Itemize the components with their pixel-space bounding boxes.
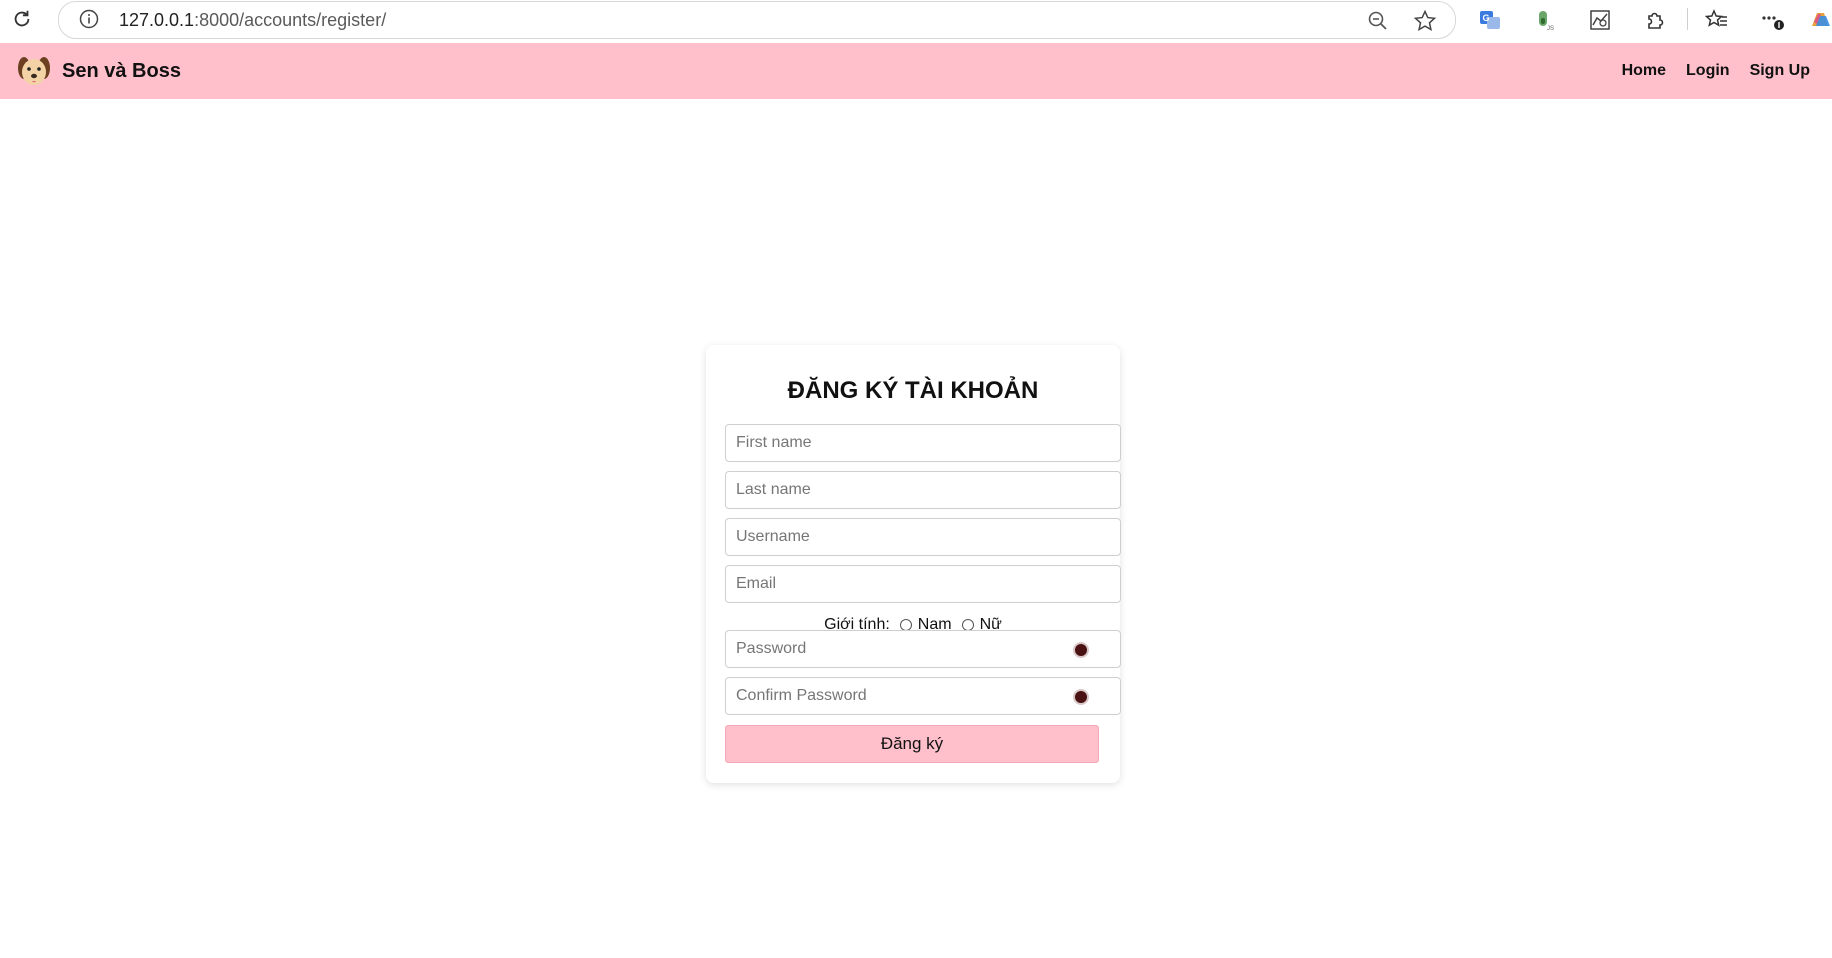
password-input[interactable] <box>725 630 1121 668</box>
page-title: ĐĂNG KÝ TÀI KHOẢN <box>787 377 1039 404</box>
nav-signup-link[interactable]: Sign Up <box>1750 62 1810 80</box>
toolbar-separator <box>1687 8 1688 30</box>
nav-home-link[interactable]: Home <box>1622 62 1666 80</box>
address-bar[interactable]: 127.0.0.1:8000/accounts/register/ <box>58 1 1456 39</box>
brand[interactable]: Sen và Boss <box>14 51 181 91</box>
zoom-out-icon[interactable] <box>1367 10 1389 32</box>
copilot-icon[interactable] <box>1808 5 1832 35</box>
reload-icon[interactable] <box>10 7 34 31</box>
site-navbar: Sen và Boss Home Login Sign Up <box>0 43 1832 99</box>
svg-text:JS: JS <box>1547 26 1554 32</box>
register-card: ĐĂNG KÝ TÀI KHOẢN Giới tính: Nam Nữ Đăng… <box>706 345 1121 783</box>
performance-extension-icon[interactable] <box>1585 5 1615 35</box>
js-extension-icon[interactable]: JS <box>1530 5 1560 35</box>
username-input[interactable] <box>725 518 1121 556</box>
email-input[interactable] <box>725 565 1121 603</box>
confirm-password-input[interactable] <box>725 677 1121 715</box>
nav-login-link[interactable]: Login <box>1686 62 1730 80</box>
star-icon[interactable] <box>1413 9 1437 33</box>
favorites-icon[interactable] <box>1702 5 1732 35</box>
last-name-input[interactable] <box>725 471 1121 509</box>
url-host: 127.0.0.1 <box>119 10 195 30</box>
info-icon[interactable] <box>79 9 99 29</box>
first-name-input[interactable] <box>725 424 1121 462</box>
nav-links: Home Login Sign Up <box>1622 43 1810 99</box>
url-text[interactable]: 127.0.0.1:8000/accounts/register/ <box>119 10 386 31</box>
dog-logo-icon <box>14 51 54 91</box>
extensions-puzzle-icon[interactable] <box>1640 5 1670 35</box>
brand-name: Sen và Boss <box>62 59 181 82</box>
translate-extension-icon[interactable]: G <box>1475 5 1505 35</box>
register-button[interactable]: Đăng ký <box>725 725 1099 763</box>
more-menu-icon[interactable] <box>1757 5 1787 35</box>
url-path: :8000/accounts/register/ <box>194 10 387 30</box>
show-confirm-password-eye-icon[interactable] <box>1073 689 1089 705</box>
svg-text:G: G <box>1483 13 1490 23</box>
show-password-eye-icon[interactable] <box>1073 642 1089 658</box>
browser-toolbar: 127.0.0.1:8000/accounts/register/ G JS <box>0 0 1832 44</box>
